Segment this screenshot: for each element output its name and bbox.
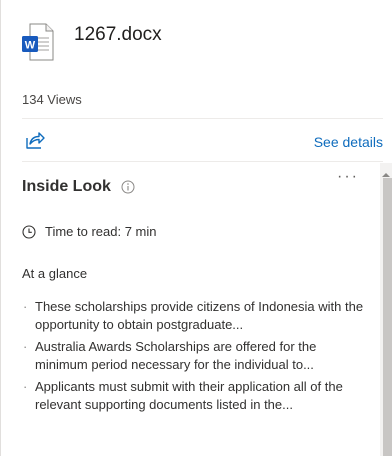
more-options-button[interactable]: ··· [337,169,359,193]
scrollbar-thumb[interactable] [383,178,392,456]
list-item: · Applicants must submit with their appli… [23,379,343,412]
at-a-glance-heading: At a glance [22,266,88,281]
share-icon [26,132,45,149]
divider [22,118,383,119]
list-item-text: Applicants must submit with their applic… [35,379,343,412]
inside-look-title: Inside Look [22,178,111,195]
list-item-text: These scholarships provide citizens of I… [35,299,364,332]
share-button[interactable] [24,129,46,151]
word-document-icon: W [22,22,54,62]
time-to-read-label: Time to read: 7 min [45,224,157,239]
word-icon-letter: W [25,40,36,52]
list-item: · These scholarships provide citizens of … [23,299,364,332]
clock-icon [22,224,36,239]
inside-look-header: Inside Look [22,178,135,196]
file-info-panel: W 1267.docx 134 Views See details Inside… [0,0,392,456]
file-header: W 1267.docx [22,22,162,66]
see-details-link[interactable]: See details [314,134,383,150]
divider [22,161,383,162]
file-name[interactable]: 1267.docx [74,24,162,46]
info-icon[interactable] [121,180,135,194]
list-item-text: Australia Awards Scholarships are offere… [35,339,317,372]
time-to-read: Time to read: 7 min [22,224,157,239]
list-item: · Australia Awards Scholarships are offer… [23,339,317,372]
summary-list: · These scholarships provide citizens of … [22,298,370,418]
scroll-up-arrow-icon[interactable] [381,166,391,177]
view-count: 134 Views [22,92,82,107]
